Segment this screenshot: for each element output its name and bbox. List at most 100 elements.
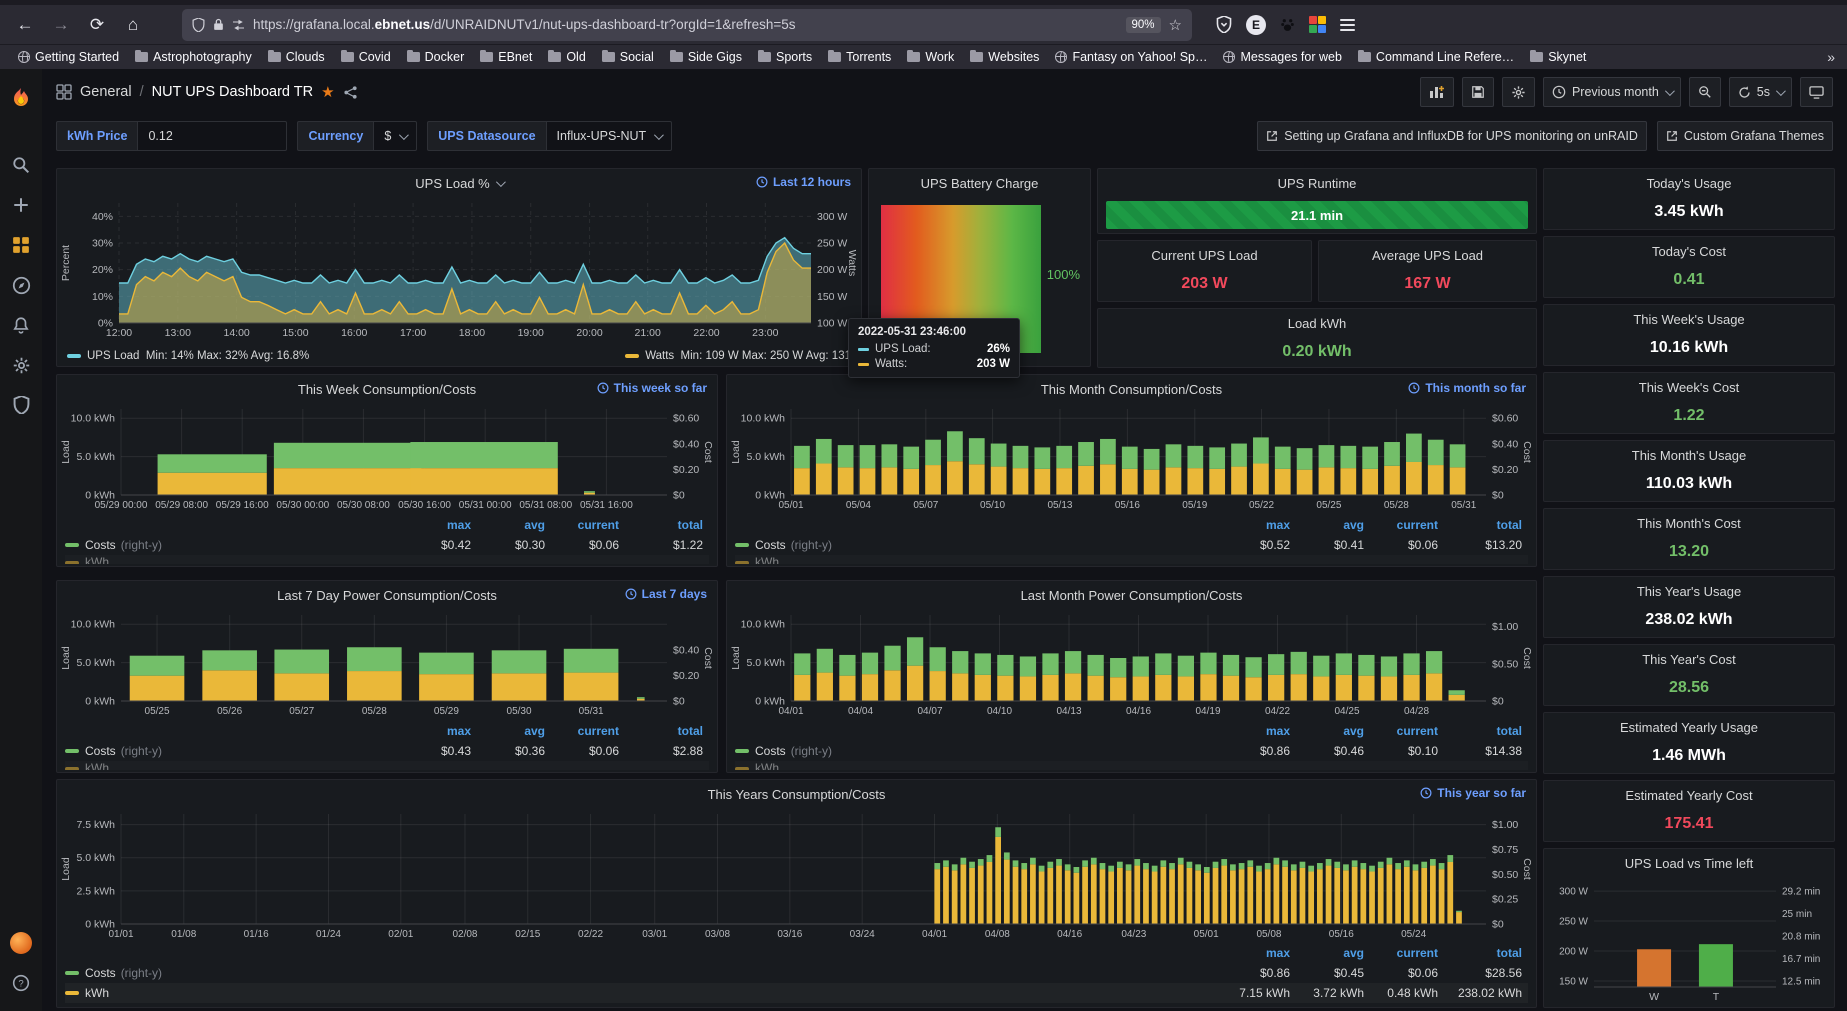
legend-series-costs[interactable]: Costs(right-y): [65, 741, 403, 761]
stat-title[interactable]: This Week's Cost: [1544, 373, 1834, 401]
stat-title[interactable]: This Year's Cost: [1544, 645, 1834, 673]
create-plus-icon[interactable]: [0, 185, 42, 225]
legend-col-total[interactable]: total: [625, 516, 709, 535]
panel-title[interactable]: This Years Consumption/Costs This year s…: [57, 780, 1536, 808]
explore-compass-icon[interactable]: [0, 265, 42, 305]
legend-ups-load[interactable]: UPS Load Min: 14% Max: 32% Avg: 16.8%: [67, 350, 309, 362]
bookmarks-overflow-button[interactable]: »: [1827, 49, 1835, 65]
pocket-shield-icon[interactable]: [1216, 16, 1232, 33]
chart-ups-load[interactable]: 0%10%20%30%40%100 W150 W200 W250 W300 W1…: [57, 197, 861, 341]
panel-title[interactable]: UPS Runtime: [1098, 169, 1536, 197]
legend-col-current[interactable]: current: [551, 516, 625, 535]
search-icon[interactable]: [0, 145, 42, 185]
legend-series-kwh-clipped[interactable]: kWh: [735, 761, 1528, 770]
stat-title[interactable]: Today's Cost: [1544, 237, 1834, 265]
panel-title[interactable]: This Week Consumption/Costs This week so…: [57, 375, 717, 403]
user-avatar[interactable]: [0, 923, 42, 963]
bookmark-item[interactable]: Social: [596, 48, 660, 66]
bookmark-star-icon[interactable]: ☆: [1169, 16, 1182, 34]
chart-last7[interactable]: 10.0 kWh5.0 kWh0 kWh$0.40$0.20$005/2505/…: [57, 609, 717, 717]
legend-col-avg[interactable]: avg: [477, 516, 551, 535]
paw-extension-icon[interactable]: [1280, 17, 1295, 33]
dashboard-settings-button[interactable]: [1502, 77, 1535, 107]
legend-series-kwh-clipped[interactable]: kWh: [65, 555, 709, 564]
stat-title[interactable]: Today's Usage: [1544, 169, 1834, 197]
legend-col-avg[interactable]: avg: [1296, 944, 1370, 963]
chart-month[interactable]: 10.0 kWh5.0 kWh0 kWh$0.60$0.40$0.20$005/…: [727, 403, 1536, 511]
dashboards-icon[interactable]: [0, 225, 42, 265]
tracking-shield-icon[interactable]: [192, 18, 205, 32]
menu-button[interactable]: [1340, 19, 1355, 31]
legend-col-current[interactable]: current: [551, 722, 625, 741]
legend-series-costs[interactable]: Costs(right-y): [65, 535, 403, 555]
add-panel-button[interactable]: [1420, 77, 1454, 107]
bookmark-item[interactable]: Fantasy on Yahoo! Sp…: [1049, 48, 1213, 66]
link-custom-themes[interactable]: Custom Grafana Themes: [1657, 121, 1833, 151]
datasource-select[interactable]: Influx-UPS-NUT: [546, 121, 673, 151]
zoom-level-badge[interactable]: 90%: [1126, 17, 1161, 33]
panel-title[interactable]: UPS Load vs Time left: [1544, 849, 1834, 877]
bookmark-item[interactable]: Docker: [401, 48, 471, 66]
legend-col-max[interactable]: max: [1222, 722, 1296, 741]
chart-lastmonth[interactable]: 10.0 kWh5.0 kWh0 kWh$1.00$0.50$004/0104/…: [727, 609, 1536, 717]
legend-series-costs[interactable]: Costs(right-y): [735, 535, 1222, 555]
link-ups-monitoring-guide[interactable]: Setting up Grafana and InfluxDB for UPS …: [1257, 121, 1647, 151]
bookmark-item[interactable]: Covid: [335, 48, 397, 66]
legend-col-current[interactable]: current: [1370, 516, 1444, 535]
time-link-this-week[interactable]: This week so far: [597, 381, 707, 395]
legend-col-max[interactable]: max: [1222, 516, 1296, 535]
reload-button[interactable]: ⟳: [82, 10, 112, 40]
legend-col-total[interactable]: total: [625, 722, 709, 741]
legend-col-total[interactable]: total: [1444, 944, 1528, 963]
bookmark-item[interactable]: Clouds: [262, 48, 331, 66]
bookmark-item[interactable]: Old: [542, 48, 591, 66]
bookmark-item[interactable]: Astrophotography: [129, 48, 258, 66]
bookmark-item[interactable]: EBnet: [474, 48, 538, 66]
legend-col-current[interactable]: current: [1370, 944, 1444, 963]
time-range-picker[interactable]: Previous month: [1543, 77, 1681, 107]
time-link-this-year[interactable]: This year so far: [1420, 786, 1526, 800]
panel-title[interactable]: Load kWh: [1098, 309, 1536, 337]
legend-col-avg[interactable]: avg: [477, 722, 551, 741]
configuration-gear-icon[interactable]: [0, 345, 42, 385]
currency-select[interactable]: $: [373, 121, 417, 151]
bookmark-item[interactable]: Websites: [964, 48, 1045, 66]
legend-series-costs[interactable]: Costs(right-y): [65, 963, 1222, 983]
tv-mode-button[interactable]: [1800, 77, 1833, 107]
legend-watts[interactable]: Watts Min: 109 W Max: 250 W Avg: 131: [625, 350, 851, 362]
breadcrumb-folder[interactable]: General: [80, 84, 132, 100]
legend-series-kwh-clipped[interactable]: kWh: [735, 555, 1528, 564]
admin-shield-icon[interactable]: [0, 385, 42, 425]
url-bar[interactable]: https://grafana.local.ebnet.us/d/UNRAIDN…: [182, 9, 1192, 41]
legend-col-total[interactable]: total: [1444, 722, 1528, 741]
panel-title[interactable]: Last 7 Day Power Consumption/Costs Last …: [57, 581, 717, 609]
legend-col-current[interactable]: current: [1370, 722, 1444, 741]
bookmark-item[interactable]: Sports: [752, 48, 818, 66]
panel-title[interactable]: Last Month Power Consumption/Costs: [727, 581, 1536, 609]
panel-title[interactable]: This Month Consumption/Costs This month …: [727, 375, 1536, 403]
stat-title[interactable]: Estimated Yearly Usage: [1544, 713, 1834, 741]
time-link-this-month[interactable]: This month so far: [1408, 381, 1526, 395]
legend-col-max[interactable]: max: [1222, 944, 1296, 963]
share-icon[interactable]: [343, 85, 358, 100]
bookmark-item[interactable]: Torrents: [822, 48, 897, 66]
legend-col-max[interactable]: max: [403, 722, 477, 741]
panel-title[interactable]: UPS Battery Charge: [869, 169, 1090, 197]
chart-week[interactable]: 10.0 kWh5.0 kWh0 kWh$0.60$0.40$0.20$005/…: [57, 403, 717, 511]
zoom-out-time-button[interactable]: [1689, 77, 1721, 107]
kwh-price-input[interactable]: 0.12: [137, 121, 287, 151]
tabs-extension-icon[interactable]: [1309, 16, 1326, 33]
bookmark-item[interactable]: Getting Started: [12, 48, 125, 66]
bookmark-item[interactable]: Work: [901, 48, 960, 66]
bookmark-item[interactable]: Side Gigs: [664, 48, 748, 66]
home-button[interactable]: ⌂: [118, 10, 148, 40]
legend-col-max[interactable]: max: [403, 516, 477, 535]
stat-title[interactable]: This Month's Usage: [1544, 441, 1834, 469]
legend-col-avg[interactable]: avg: [1296, 722, 1370, 741]
time-link-last-12-hours[interactable]: Last 12 hours: [756, 175, 851, 189]
bookmark-item[interactable]: Skynet: [1524, 48, 1592, 66]
chart-load-vs-time[interactable]: 300 W250 W200 W150 W29.2 min25 min20.8 m…: [1544, 877, 1834, 1003]
refresh-button[interactable]: 5s: [1729, 77, 1792, 107]
alerting-bell-icon[interactable]: [0, 305, 42, 345]
panel-title[interactable]: UPS Load % Last 12 hours: [57, 169, 861, 197]
